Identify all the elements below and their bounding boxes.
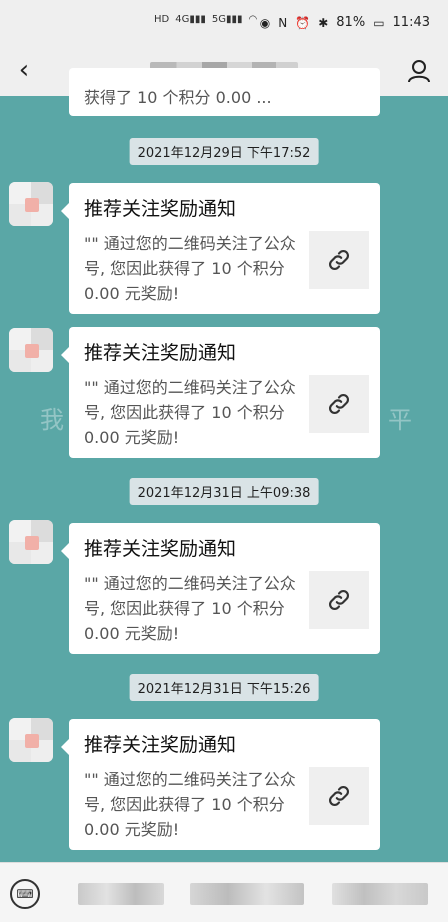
status-right: ◉ N ⏰ ✱ 81% ▭ 11:43 <box>260 15 430 30</box>
wifi-icon: ◠ <box>248 14 258 25</box>
message-body: "" 通过您的二维码关注了公众号, 您因此获得了 10 个积分 0.00 元奖励… <box>84 378 296 447</box>
link-icon <box>329 250 349 270</box>
message-title: 推荐关注奖励通知 <box>84 198 237 220</box>
timestamp: 2021年12月31日 下午15:26 <box>129 674 319 701</box>
profile-button[interactable] <box>406 58 432 84</box>
message-title: 推荐关注奖励通知 <box>84 342 237 364</box>
keyboard-toggle-button[interactable]: ⌨ <box>10 879 40 909</box>
previous-message-text: 获得了 10 个积分 0.00 ... <box>84 88 272 107</box>
menu-item-blurred[interactable] <box>190 883 304 905</box>
menu-item-blurred[interactable] <box>332 883 428 905</box>
input-bar: ⌨ <box>0 862 448 922</box>
message-body: "" 通过您的二维码关注了公众号, 您因此获得了 10 个积分 0.00 元奖励… <box>84 234 296 303</box>
link-thumbnail <box>309 767 369 825</box>
message-body: "" 通过您的二维码关注了公众号, 您因此获得了 10 个积分 0.00 元奖励… <box>84 574 296 643</box>
keyboard-icon: ⌨ <box>16 887 34 901</box>
network-indicators: HD 4G▮▮▮ 5G▮▮▮ ◠ <box>154 14 257 25</box>
avatar[interactable] <box>9 520 53 564</box>
link-thumbnail <box>309 375 369 433</box>
avatar[interactable] <box>9 328 53 372</box>
back-button[interactable]: ‹ <box>10 55 38 85</box>
signal-5g-icon: 5G▮▮▮ <box>211 14 243 25</box>
background-handwriting: 我 <box>40 406 64 434</box>
avatar[interactable] <box>9 182 53 226</box>
message-title: 推荐关注奖励通知 <box>84 734 237 756</box>
background-handwriting: 平 <box>388 406 412 434</box>
message-card[interactable]: 推荐关注奖励通知 "" 通过您的二维码关注了公众号, 您因此获得了 10 个积分… <box>61 523 380 654</box>
hd-icon: HD <box>154 14 170 25</box>
message-card[interactable]: 推荐关注奖励通知 "" 通过您的二维码关注了公众号, 您因此获得了 10 个积分… <box>61 183 380 314</box>
previous-message-partial[interactable]: 获得了 10 个积分 0.00 ... <box>69 68 380 116</box>
nfc-icon: N <box>278 15 288 30</box>
timestamp: 2021年12月29日 下午17:52 <box>129 138 319 165</box>
link-thumbnail <box>309 231 369 289</box>
link-icon <box>329 590 349 610</box>
clock: 11:43 <box>392 15 430 30</box>
battery-icon: ▭ <box>373 15 385 30</box>
battery-percent: 81% <box>336 15 366 30</box>
status-bar: HD 4G▮▮▮ 5G▮▮▮ ◠ ◉ N ⏰ ✱ 81% ▭ 11:43 <box>0 0 448 42</box>
timestamp: 2021年12月31日 上午09:38 <box>129 478 319 505</box>
message-card[interactable]: 推荐关注奖励通知 "" 通过您的二维码关注了公众号, 您因此获得了 10 个积分… <box>61 719 380 850</box>
avatar[interactable] <box>9 718 53 762</box>
menu-item-blurred[interactable] <box>78 883 164 905</box>
person-icon <box>408 60 430 83</box>
eye-icon: ◉ <box>259 15 271 30</box>
chat-screen: 我 平 HD 4G▮▮▮ 5G▮▮▮ ◠ ◉ N ⏰ ✱ 81% ▭ 11:43… <box>0 0 448 922</box>
message-body: "" 通过您的二维码关注了公众号, 您因此获得了 10 个积分 0.00 元奖励… <box>84 770 296 839</box>
link-thumbnail <box>309 571 369 629</box>
message-card[interactable]: 推荐关注奖励通知 "" 通过您的二维码关注了公众号, 您因此获得了 10 个积分… <box>61 327 380 458</box>
link-icon <box>329 394 349 414</box>
link-icon <box>329 786 349 806</box>
chevron-left-icon: ‹ <box>18 55 30 85</box>
alarm-icon: ⏰ <box>295 15 311 30</box>
bluetooth-icon: ✱ <box>318 15 329 30</box>
message-title: 推荐关注奖励通知 <box>84 538 237 560</box>
signal-4g-icon: 4G▮▮▮ <box>175 14 206 25</box>
